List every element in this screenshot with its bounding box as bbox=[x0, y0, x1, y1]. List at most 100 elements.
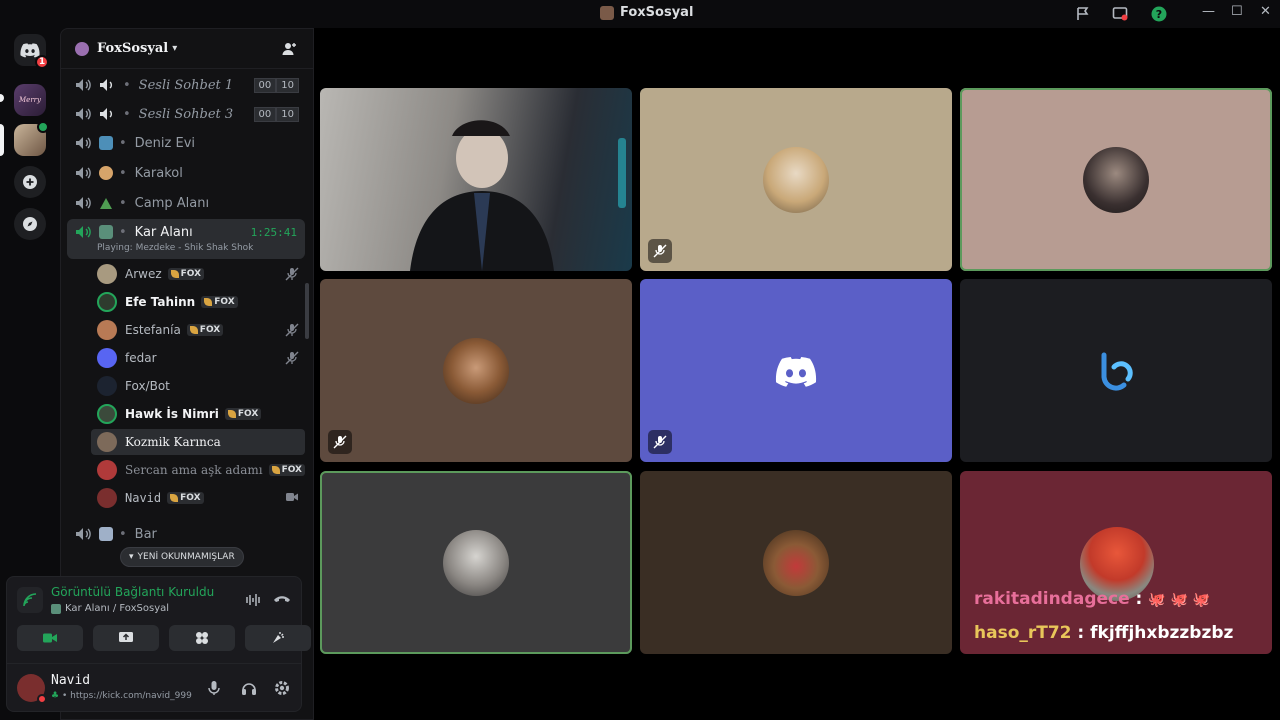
guild-tag-text: FOX bbox=[199, 325, 221, 335]
screen-share-button[interactable] bbox=[93, 625, 159, 651]
activities-button[interactable] bbox=[169, 625, 235, 651]
server-header[interactable]: FoxSosyal ▾ bbox=[61, 29, 313, 69]
headphones-icon[interactable] bbox=[241, 680, 257, 696]
connection-status-button[interactable] bbox=[17, 587, 43, 613]
avatar bbox=[97, 432, 117, 452]
voice-member[interactable]: Hawk İs Nimri FOX bbox=[91, 401, 305, 427]
notification-badge: 1 bbox=[35, 55, 49, 69]
leaf-icon bbox=[271, 466, 280, 474]
voice-location[interactable]: Kar Alanı / FoxSosyal bbox=[51, 603, 169, 614]
avatar bbox=[97, 292, 117, 312]
chat-message: : bbox=[1129, 589, 1149, 609]
leaf-icon bbox=[170, 270, 179, 278]
stage-voice-icon bbox=[76, 197, 91, 209]
add-server-button[interactable] bbox=[14, 166, 46, 198]
title-bar: FoxSosyal ? — ☐ ✕ bbox=[0, 0, 1280, 28]
voice-channel-kar-alani[interactable]: • Kar Alanı 1:25:41 Playing: Mezdeke - S… bbox=[67, 219, 305, 259]
guild-tag: FOX bbox=[201, 296, 238, 308]
screen-share-icon[interactable] bbox=[1112, 6, 1128, 22]
help-icon[interactable]: ? bbox=[1151, 6, 1167, 22]
guild-tag-text: FOX bbox=[180, 493, 201, 503]
new-unreads-button[interactable]: ▾ YENİ OKUNMAMIŞLAR bbox=[120, 547, 244, 567]
limit-max: 10 bbox=[276, 77, 299, 93]
channel-name: Kar Alanı bbox=[134, 225, 193, 240]
video-tile-participant[interactable] bbox=[640, 279, 952, 462]
video-tile-participant[interactable] bbox=[640, 471, 952, 654]
separator-dot: • bbox=[119, 165, 127, 181]
guild-tag: FOX bbox=[186, 324, 224, 336]
avatar bbox=[97, 488, 117, 508]
noise-suppression-icon[interactable] bbox=[245, 593, 261, 607]
voice-member[interactable]: Navid FOX bbox=[91, 485, 305, 511]
voice-member[interactable]: Efe Tahinn FOX bbox=[91, 289, 305, 315]
close-button[interactable]: ✕ bbox=[1260, 4, 1271, 19]
avatar bbox=[97, 264, 117, 284]
voice-member[interactable]: Sercan ama aşk adamı FOX bbox=[91, 457, 305, 483]
user-name[interactable]: Navid bbox=[51, 673, 90, 688]
separator-dot: • bbox=[123, 106, 131, 122]
avatar bbox=[97, 404, 117, 424]
limit-current: 00 bbox=[253, 106, 277, 122]
invite-people-icon[interactable] bbox=[281, 41, 297, 57]
voice-member[interactable]: Estefanía FOX bbox=[91, 317, 305, 343]
sidebar-scrollbar[interactable] bbox=[305, 283, 309, 339]
home-button[interactable]: 1 bbox=[14, 34, 49, 69]
user-limit: 00 10 bbox=[253, 106, 299, 122]
voice-channel-karakol[interactable]: • Karakol bbox=[67, 159, 305, 187]
guild-tag-text: FOX bbox=[180, 269, 202, 279]
discover-button[interactable] bbox=[14, 208, 46, 240]
stage-voice-icon bbox=[76, 108, 91, 120]
video-tile-participant[interactable] bbox=[320, 279, 632, 462]
channel-name: Sesli Sohbet 3 bbox=[138, 106, 234, 122]
call-timer: 1:25:41 bbox=[250, 226, 297, 239]
voice-channel-sesli-sohbet-3[interactable]: • Sesli Sohbet 3 00 10 bbox=[67, 100, 305, 128]
video-tile-camera[interactable] bbox=[320, 88, 632, 271]
guild-tag-text: FOX bbox=[237, 409, 259, 419]
mic-muted-icon bbox=[285, 323, 299, 337]
voice-channel-camp-alani[interactable]: • Camp Alanı bbox=[67, 189, 305, 217]
server-foxsosyal[interactable] bbox=[14, 121, 49, 156]
limit-max: 10 bbox=[276, 106, 299, 122]
voice-channel-deniz-evi[interactable]: • Deniz Evi bbox=[67, 129, 305, 157]
user-panel: Navid ♣ • https://kick.com/navid_999 bbox=[6, 664, 302, 712]
voice-member[interactable]: Kozmik Karınca bbox=[91, 429, 305, 455]
member-name: Estefanía bbox=[125, 323, 181, 337]
chevron-down-icon: ▾ bbox=[172, 43, 178, 54]
avatar bbox=[97, 320, 117, 340]
settings-gear-icon[interactable] bbox=[274, 680, 290, 696]
octopus-emotes: 🐙 🐙 🐙 bbox=[1148, 592, 1211, 608]
video-tile-participant[interactable] bbox=[640, 88, 952, 271]
soundboard-icon bbox=[273, 632, 284, 643]
camera-button[interactable] bbox=[17, 625, 83, 651]
member-name: Hawk İs Nimri bbox=[125, 407, 219, 421]
participant-avatar bbox=[443, 529, 509, 596]
svg-text:?: ? bbox=[1156, 8, 1162, 21]
inbox-flag-icon[interactable] bbox=[1075, 6, 1091, 22]
voice-channel-sesli-sohbet-1[interactable]: • Sesli Sohbet 1 00 10 bbox=[67, 71, 305, 99]
channel-name: Karakol bbox=[134, 165, 183, 181]
user-custom-status: ♣ • https://kick.com/navid_999 bbox=[51, 691, 192, 701]
video-tile-participant-speaking[interactable] bbox=[320, 471, 632, 654]
voice-member[interactable]: Arwez FOX bbox=[91, 261, 305, 287]
voice-action-buttons bbox=[17, 625, 311, 651]
globe-emoji-icon bbox=[99, 225, 113, 239]
microphone-icon[interactable] bbox=[207, 680, 221, 696]
voice-member[interactable]: Fox/Bot bbox=[91, 373, 305, 399]
member-name: Arwez bbox=[125, 267, 162, 281]
dnd-status-indicator bbox=[37, 694, 47, 704]
stage-voice-icon bbox=[76, 79, 91, 91]
soundboard-button[interactable] bbox=[245, 625, 311, 651]
member-name: Fox/Bot bbox=[125, 379, 170, 393]
participant-avatar bbox=[443, 337, 509, 404]
maximize-button[interactable]: ☐ bbox=[1231, 4, 1243, 19]
disconnect-icon[interactable] bbox=[273, 593, 291, 605]
voice-status[interactable]: Görüntülü Bağlantı Kuruldu bbox=[51, 585, 214, 599]
minimize-button[interactable]: — bbox=[1202, 4, 1215, 19]
voice-member[interactable]: fedar bbox=[91, 345, 305, 371]
video-tile-bot[interactable] bbox=[960, 279, 1272, 462]
separator-dot: • bbox=[119, 195, 127, 211]
video-tile-participant-speaking[interactable] bbox=[960, 88, 1272, 271]
server-merry[interactable]: Merry bbox=[14, 84, 46, 116]
voice-channel-bar[interactable]: • Bar bbox=[67, 520, 305, 548]
video-tile-stream-overlay[interactable]: rakitadindagece : 🐙 🐙 🐙 haso_rT72 : fkjf… bbox=[960, 471, 1272, 654]
